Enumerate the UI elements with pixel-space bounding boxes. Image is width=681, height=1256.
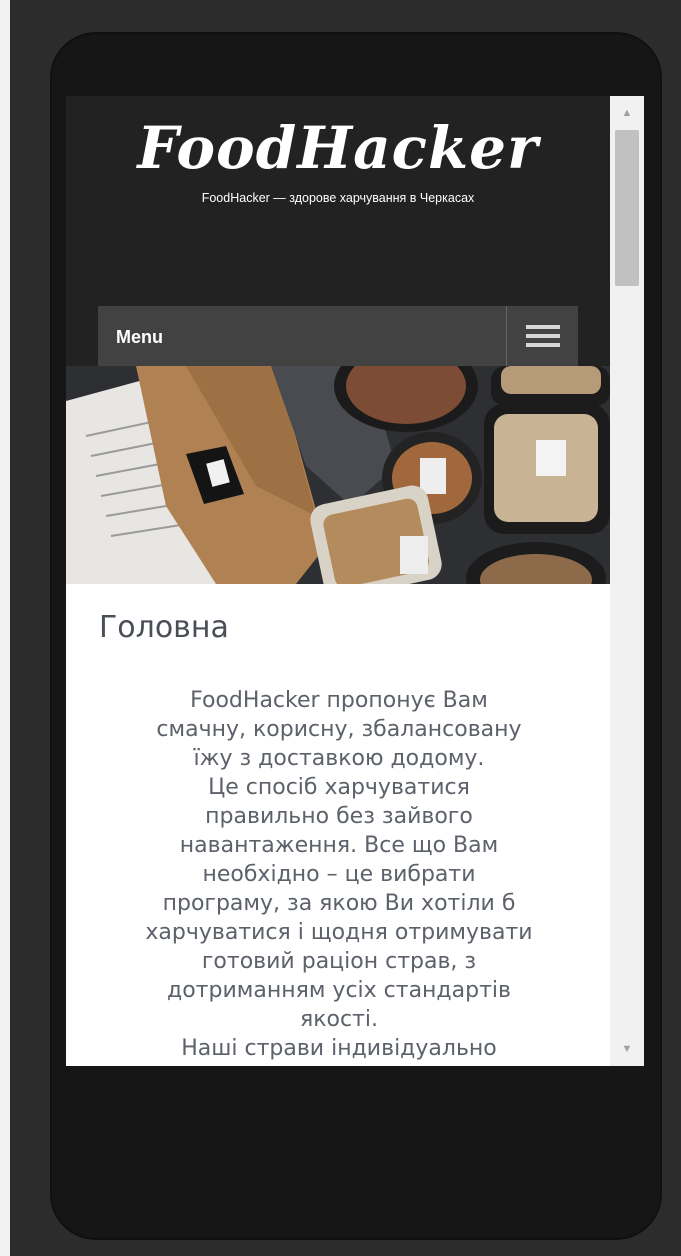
hamburger-icon[interactable]: [506, 306, 578, 366]
hero-photo-illustration: [66, 366, 610, 584]
vertical-scrollbar[interactable]: ▲ ▼: [610, 96, 644, 1066]
description-line: FoodHacker пропонує Вам: [190, 688, 488, 713]
page-title: Головна: [99, 610, 229, 645]
scrollbar-thumb[interactable]: [615, 130, 639, 286]
description-line: необхідно – це вибрати: [202, 862, 476, 887]
menu-bar[interactable]: Menu: [98, 306, 578, 366]
description-line: Це спосіб харчуватися: [208, 775, 470, 800]
description-line: смачну, корисну, збалансовану: [156, 717, 522, 742]
scroll-down-arrow-icon[interactable]: ▼: [610, 1040, 644, 1058]
description-line: готовий раціон страв, з: [201, 949, 477, 974]
hero-image: [66, 366, 610, 584]
description-line: їжу з доставкою додому.: [193, 746, 485, 771]
description-line: Наші страви індивідуально: [181, 1036, 497, 1061]
menu-label[interactable]: Menu: [116, 327, 163, 348]
description-line: харчуватися і щодня отримувати: [145, 920, 533, 945]
description-line: дотриманням усіх стандартів: [167, 978, 511, 1003]
main-content: Головна FoodHacker пропонує Вам смачну, …: [66, 584, 610, 1066]
site-tagline: FoodHacker — здорове харчування в Черкас…: [201, 191, 475, 205]
site-header: FoodHacker FoodHacker — здорове харчуван…: [66, 96, 610, 366]
phone-screen: FoodHacker FoodHacker — здорове харчуван…: [66, 96, 644, 1066]
description-line: програму, за якою Ви хотіли б: [162, 891, 516, 916]
description-line: якості.: [300, 1007, 378, 1032]
scroll-up-arrow-icon[interactable]: ▲: [610, 104, 644, 122]
page-description: FoodHacker пропонує Вам смачну, корисну,…: [94, 686, 584, 1063]
description-line: правильно без зайвого: [205, 804, 473, 829]
description-line: навантаження. Все що Вам: [179, 833, 499, 858]
site-logo[interactable]: FoodHacker: [66, 114, 610, 182]
website: FoodHacker FoodHacker — здорове харчуван…: [66, 96, 610, 1066]
browser-background-strip: [0, 0, 10, 1256]
